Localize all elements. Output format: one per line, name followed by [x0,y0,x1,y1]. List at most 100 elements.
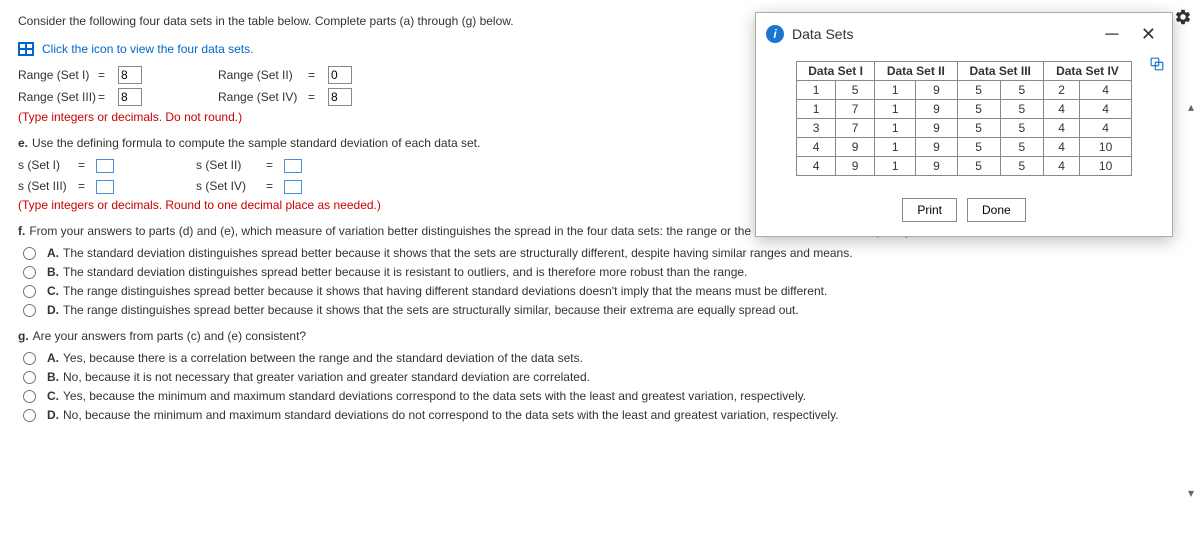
table-cell: 9 [836,138,875,157]
range-2-label: Range (Set II) [218,68,308,82]
equals-sign: = [78,179,96,193]
g-option-d-radio[interactable] [23,409,36,422]
g-option-a-radio[interactable] [23,352,36,365]
f-option-c-radio[interactable] [23,285,36,298]
table-cell: 4 [797,138,836,157]
table-icon [18,42,34,56]
copy-icon[interactable] [1150,57,1164,74]
range-1-input[interactable] [118,66,142,84]
table-cell: 3 [797,119,836,138]
table-cell: 5 [1000,100,1043,119]
table-cell: 1 [875,81,916,100]
range-4-input[interactable] [328,88,352,106]
equals-sign: = [308,90,328,104]
table-cell: 4 [797,157,836,176]
table-cell: 5 [957,157,1000,176]
range-2-input[interactable] [328,66,352,84]
table-cell: 1 [875,100,916,119]
sd-1-input[interactable] [96,159,114,173]
f-option-b-text: B.The standard deviation distinguishes s… [47,265,747,279]
print-button[interactable]: Print [902,198,957,222]
table-cell: 1 [797,100,836,119]
range-3-input[interactable] [118,88,142,106]
table-row: 491955410 [797,138,1132,157]
f-option-d-radio[interactable] [23,304,36,317]
table-row: 15195524 [797,81,1132,100]
close-icon[interactable]: ✕ [1135,24,1162,45]
table-cell: 5 [1000,157,1043,176]
table-cell: 1 [797,81,836,100]
table-cell: 7 [836,119,875,138]
sd-2-label: s (Set II) [196,158,266,172]
table-cell: 5 [1000,81,1043,100]
scroll-down-icon[interactable]: ▾ [1184,486,1198,500]
table-cell: 5 [957,81,1000,100]
table-cell: 5 [957,138,1000,157]
view-data-sets-label: Click the icon to view the four data set… [42,42,253,56]
table-cell: 5 [1000,138,1043,157]
equals-sign: = [78,158,96,172]
equals-sign: = [266,179,284,193]
table-cell: 9 [916,119,957,138]
table-cell: 1 [875,119,916,138]
table-cell: 4 [1080,119,1132,138]
table-cell: 5 [1000,119,1043,138]
table-header-2: Data Set II [875,62,957,81]
info-icon: i [766,25,784,43]
table-cell: 2 [1043,81,1079,100]
table-cell: 9 [916,138,957,157]
table-cell: 4 [1080,81,1132,100]
table-cell: 4 [1043,138,1079,157]
table-row: 17195544 [797,100,1132,119]
sd-4-input[interactable] [284,180,302,194]
table-header-4: Data Set IV [1043,62,1131,81]
table-cell: 5 [836,81,875,100]
f-option-a-text: A.The standard deviation distinguishes s… [47,246,853,260]
g-option-b-text: B.No, because it is not necessary that g… [47,370,590,384]
g-option-a-text: A.Yes, because there is a correlation be… [47,351,583,365]
table-cell: 1 [875,138,916,157]
scroll-up-icon[interactable]: ▴ [1184,100,1198,114]
f-option-a-radio[interactable] [23,247,36,260]
part-g-prompt: g.Are your answers from parts (c) and (e… [18,329,1182,343]
f-option-c-text: C.The range distinguishes spread better … [47,284,827,298]
table-header-1: Data Set I [797,62,875,81]
table-cell: 4 [1080,100,1132,119]
table-cell: 9 [836,157,875,176]
settings-gear-icon[interactable] [1174,8,1192,29]
table-cell: 4 [1043,100,1079,119]
done-button[interactable]: Done [967,198,1026,222]
g-option-c-text: C.Yes, because the minimum and maximum s… [47,389,806,403]
range-4-label: Range (Set IV) [218,90,308,104]
table-row: 491955410 [797,157,1132,176]
g-option-c-radio[interactable] [23,390,36,403]
sd-3-label: s (Set III) [18,179,78,193]
sd-1-label: s (Set I) [18,158,78,172]
table-cell: 1 [875,157,916,176]
data-sets-table: Data Set I Data Set II Data Set III Data… [796,61,1132,176]
table-cell: 10 [1080,138,1132,157]
f-option-b-radio[interactable] [23,266,36,279]
range-1-label: Range (Set I) [18,68,98,82]
g-option-b-radio[interactable] [23,371,36,384]
sd-3-input[interactable] [96,180,114,194]
vertical-scrollbar[interactable]: ▴ ▾ [1184,100,1198,500]
f-option-d-text: D.The range distinguishes spread better … [47,303,799,317]
range-3-label: Range (Set III) [18,90,98,104]
table-cell: 4 [1043,157,1079,176]
modal-title: Data Sets [792,26,1089,42]
table-header-3: Data Set III [957,62,1043,81]
equals-sign: = [308,68,328,82]
sd-2-input[interactable] [284,159,302,173]
table-cell: 7 [836,100,875,119]
g-option-d-text: D.No, because the minimum and maximum st… [47,408,839,422]
equals-sign: = [266,158,284,172]
table-cell: 5 [957,119,1000,138]
minimize-icon[interactable]: － [1097,21,1127,47]
equals-sign: = [98,90,118,104]
table-cell: 10 [1080,157,1132,176]
equals-sign: = [98,68,118,82]
data-sets-modal: i Data Sets － ✕ Data Set I Data Set II D… [755,12,1173,237]
table-cell: 4 [1043,119,1079,138]
table-cell: 9 [916,100,957,119]
